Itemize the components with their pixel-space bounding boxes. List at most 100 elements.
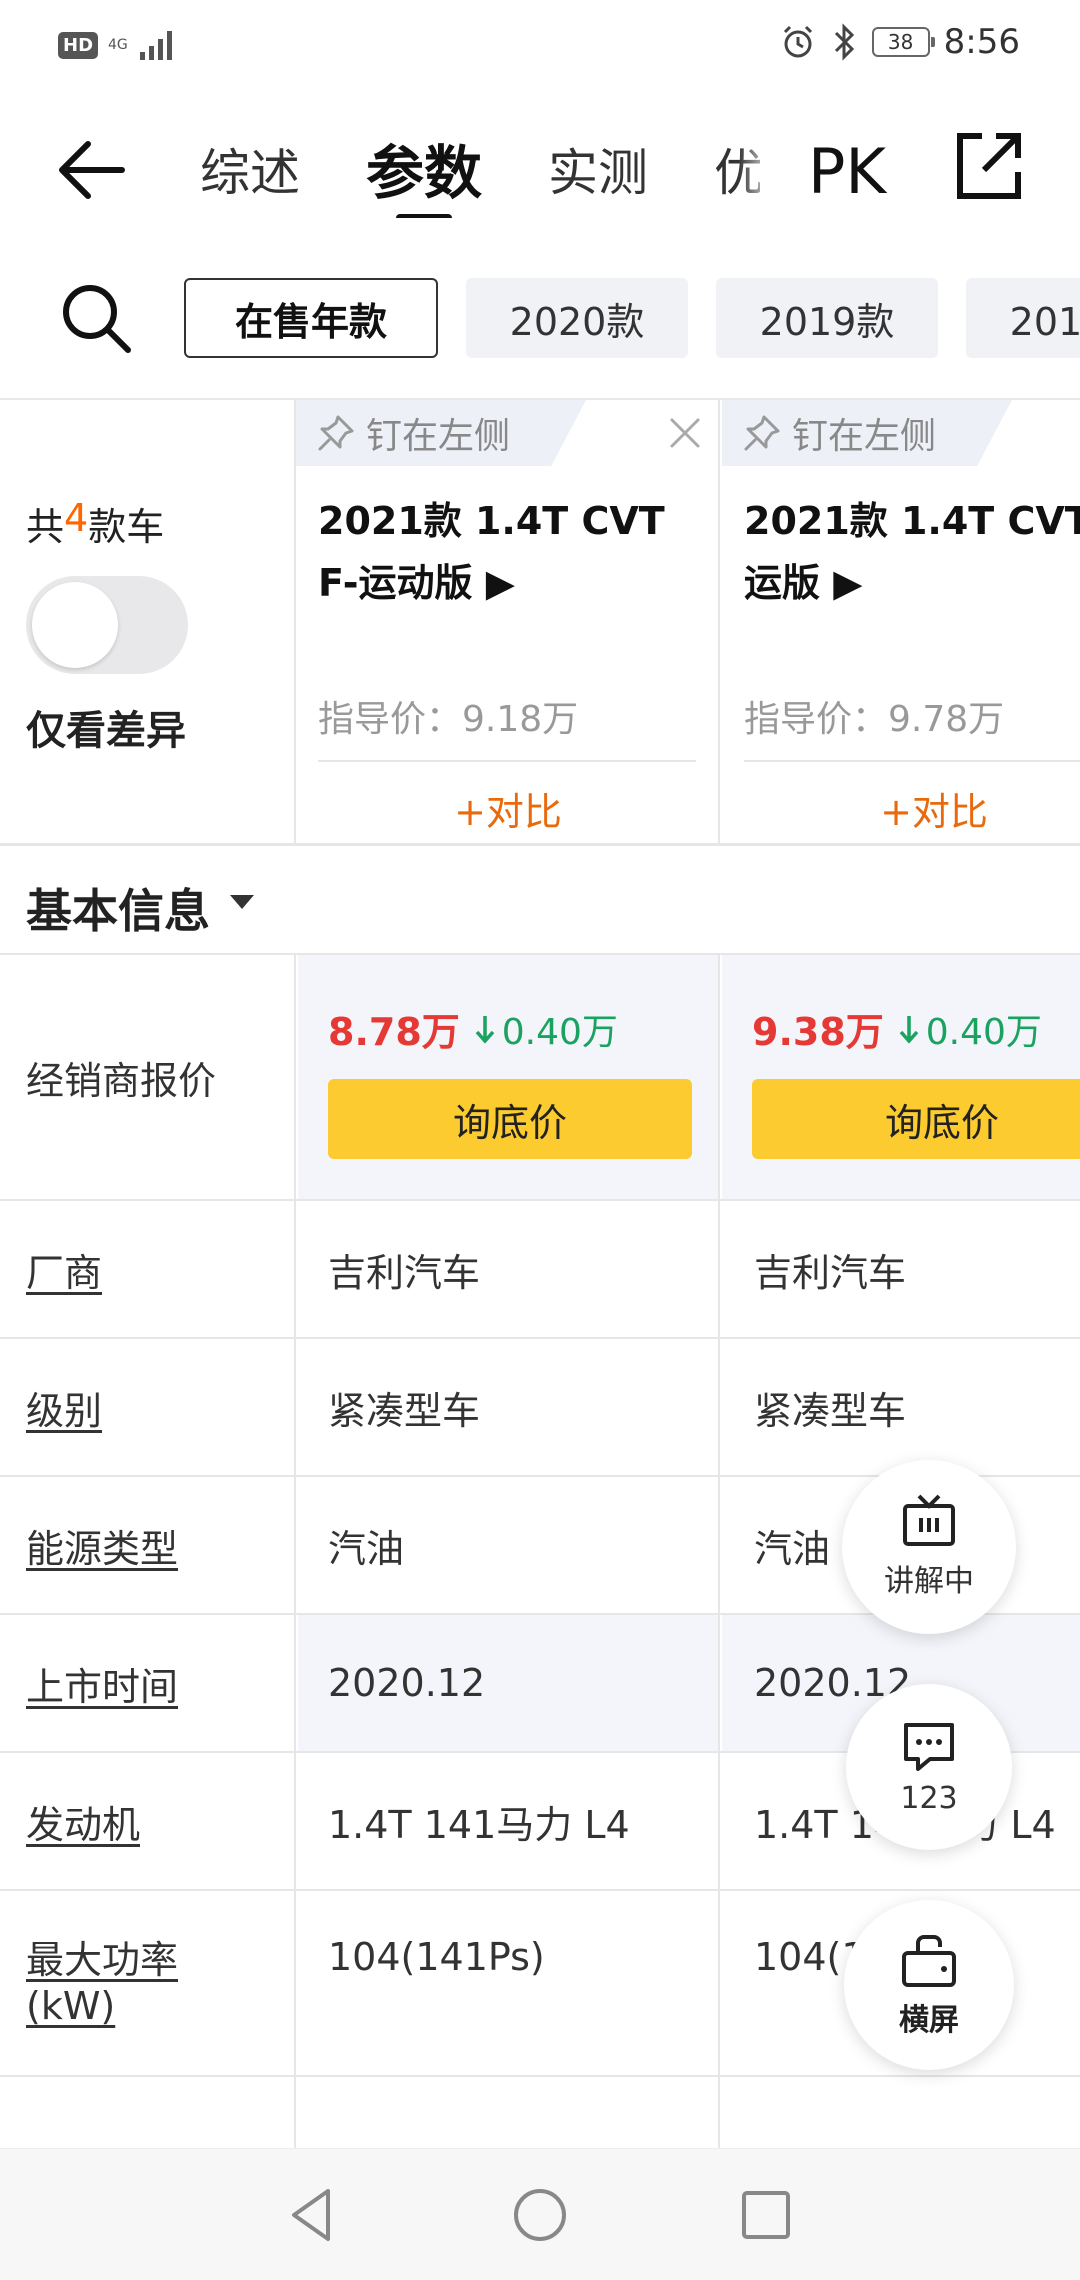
search-icon[interactable] — [56, 278, 136, 358]
share-icon[interactable] — [948, 126, 1028, 206]
row-key-label: 能源类型 — [26, 1526, 179, 1571]
row-key-label: 上市时间 — [26, 1664, 179, 1709]
dealer-price-line-2: 9.38万 0.40万 — [752, 1001, 1042, 1056]
diff-toggle-knob — [32, 582, 118, 668]
car-name-1[interactable]: 2021款 1.4T CVT F-运动版 ▶ — [318, 490, 708, 614]
signal-icon — [139, 31, 172, 60]
row-key[interactable]: 级别 — [0, 1339, 296, 1475]
tab-params[interactable]: 参数 — [366, 128, 482, 218]
status-right: 38 8:56 — [780, 22, 1020, 62]
pin-left-button[interactable]: 钉在左侧 — [296, 400, 586, 466]
row-key-label: 厂商 — [26, 1250, 103, 1295]
battery-icon: 38 — [871, 27, 935, 57]
add-compare-button-2[interactable]: +对比 — [722, 778, 1080, 838]
section-basic-info[interactable]: 基本信息 — [0, 849, 1080, 955]
rotate-screen-icon — [902, 1935, 956, 1987]
landscape-label: 横屏 — [899, 2003, 959, 2038]
network-label: 4G — [108, 37, 128, 53]
row-key-label: 经销商报价 — [26, 1058, 217, 1103]
car-name-1-line2: F-运动版 ▶ — [318, 561, 516, 605]
row-key-label: 最大功率(kW) — [26, 1938, 179, 2028]
table-row: 级别 紧凑型车 紧凑型车 — [0, 1339, 1080, 1477]
system-nav-bar — [0, 2148, 1080, 2280]
row-value-1: 汽油 — [298, 1477, 720, 1613]
dealer-price-line-1: 8.78万 0.40万 — [328, 1001, 618, 1056]
add-compare-button-1[interactable]: +对比 — [296, 778, 720, 838]
nav-home-icon[interactable] — [508, 2183, 572, 2247]
status-left: HD 4G — [58, 28, 178, 62]
chip-2020[interactable]: 2020款 — [466, 278, 688, 358]
section-tabs: 综述 参数 实测 优惠 — [200, 128, 760, 218]
row-key[interactable]: 最大功率(kW) — [0, 1891, 296, 2075]
ask-lowest-price-button-2[interactable]: 询底价 — [752, 1079, 1080, 1159]
row-value-2: 吉利汽车 — [754, 1250, 907, 1295]
alarm-icon — [783, 25, 812, 58]
guide-price-1: 指导价：9.18万 — [318, 699, 579, 740]
bluetooth-icon — [834, 23, 854, 61]
chip-2019[interactable]: 2019款 — [716, 278, 938, 358]
tab-tests[interactable]: 实测 — [548, 128, 648, 218]
year-filter: 在售年款 2020款 2019款 2018款 — [0, 240, 1080, 400]
caret-down-icon — [230, 895, 254, 909]
nav-back-icon[interactable] — [282, 2183, 346, 2247]
row-key[interactable]: 厂商 — [0, 1201, 296, 1337]
pk-button[interactable]: PK — [808, 130, 886, 214]
price-drop-value-1: 0.40万 — [501, 1011, 618, 1053]
price-drop-2: 0.40万 — [898, 1003, 1042, 1055]
row-key[interactable]: 上市时间 — [0, 1615, 296, 1751]
car-name-1-line1: 2021款 1.4T CVT — [318, 499, 665, 543]
car-count-number: 4 — [64, 496, 89, 540]
row-value-1: 1.4T 141马力 L4 — [298, 1753, 720, 1889]
close-icon[interactable] — [666, 414, 704, 452]
dealer-price-2: 9.38万 — [752, 1010, 884, 1054]
car-params-page: HD 4G 38 8:56 综述 参数 实测 优 PK 在售年款 2020款 2… — [0, 0, 1080, 2280]
diff-toggle-label: 仅看差异 — [26, 708, 186, 754]
row-value-2: 紧凑型车 — [754, 1388, 907, 1433]
car-column-1: 钉在左侧 2021款 1.4T CVT F-运动版 ▶ 指导价：9.18万 +对… — [296, 400, 720, 846]
table-row-dealer-price: 经销商报价 8.78万 0.40万 询底价 9.38万 0.40万 询底价 — [0, 955, 1080, 1201]
row-value-1: 紧凑型车 — [298, 1339, 720, 1475]
row-key: 经销商报价 — [0, 955, 296, 1199]
comments-button[interactable]: 123 — [846, 1684, 1012, 1850]
tv-icon — [903, 1494, 955, 1546]
compare-header: 共 4 款车 仅看差异 钉在左侧 2021款 1.4T CVT F-运动版 ▶ … — [0, 400, 1080, 846]
chip-on-sale[interactable]: 在售年款 — [184, 278, 438, 358]
status-time: 8:56 — [943, 22, 1020, 62]
pin-left-button[interactable]: 钉在左侧 — [722, 400, 1012, 466]
nav-recent-icon[interactable] — [734, 2183, 798, 2247]
row-key-label: 级别 — [26, 1388, 103, 1433]
back-arrow-icon[interactable] — [50, 130, 140, 210]
arrow-down-icon — [899, 1015, 919, 1044]
row-key-label: 发动机 — [26, 1802, 141, 1847]
comments-count: 123 — [900, 1780, 958, 1816]
pin-left-label: 钉在左侧 — [366, 416, 511, 457]
row-value-1: 吉利汽车 — [298, 1201, 720, 1337]
top-nav: 综述 参数 实测 优惠 PK — [0, 90, 1080, 240]
pin-icon — [744, 415, 780, 451]
car-count-suffix: 款车 — [88, 505, 165, 549]
guide-price-2: 指导价：9.78万 — [744, 699, 1005, 740]
row-key[interactable]: 能源类型 — [0, 1477, 296, 1613]
tab-fade — [738, 128, 778, 218]
pin-left-label: 钉在左侧 — [792, 416, 937, 457]
chip-2018[interactable]: 2018款 — [966, 278, 1080, 358]
car-name-2-line2: 运版 ▶ — [744, 561, 863, 605]
car-count-prefix: 共 — [26, 505, 65, 549]
status-bar: HD 4G 38 8:56 — [0, 0, 1080, 90]
row-value-1: 8.78万 0.40万 询底价 — [298, 955, 720, 1199]
year-chips: 在售年款 2020款 2019款 2018款 — [184, 278, 1080, 358]
row-key[interactable]: 发动机 — [0, 1753, 296, 1889]
row-value-1: 2020.12 — [298, 1615, 720, 1751]
car-name-2[interactable]: 2021款 1.4T CVT亚 运版 ▶ — [744, 490, 1080, 614]
diff-toggle[interactable] — [26, 576, 188, 674]
arrow-down-icon — [475, 1015, 495, 1044]
price-drop-1: 0.40万 — [474, 1003, 618, 1055]
ask-lowest-price-button-1[interactable]: 询底价 — [328, 1079, 692, 1159]
price-drop-value-2: 0.40万 — [925, 1011, 1042, 1053]
landscape-button[interactable]: 横屏 — [844, 1900, 1014, 2070]
tab-overview[interactable]: 综述 — [200, 128, 300, 218]
row-value-1: 104(141Ps) — [298, 1891, 720, 2075]
car-name-2-line1: 2021款 1.4T CVT亚 — [744, 499, 1080, 543]
dealer-price-1: 8.78万 — [328, 1010, 460, 1054]
live-explain-button[interactable]: 讲解中 — [842, 1460, 1016, 1634]
